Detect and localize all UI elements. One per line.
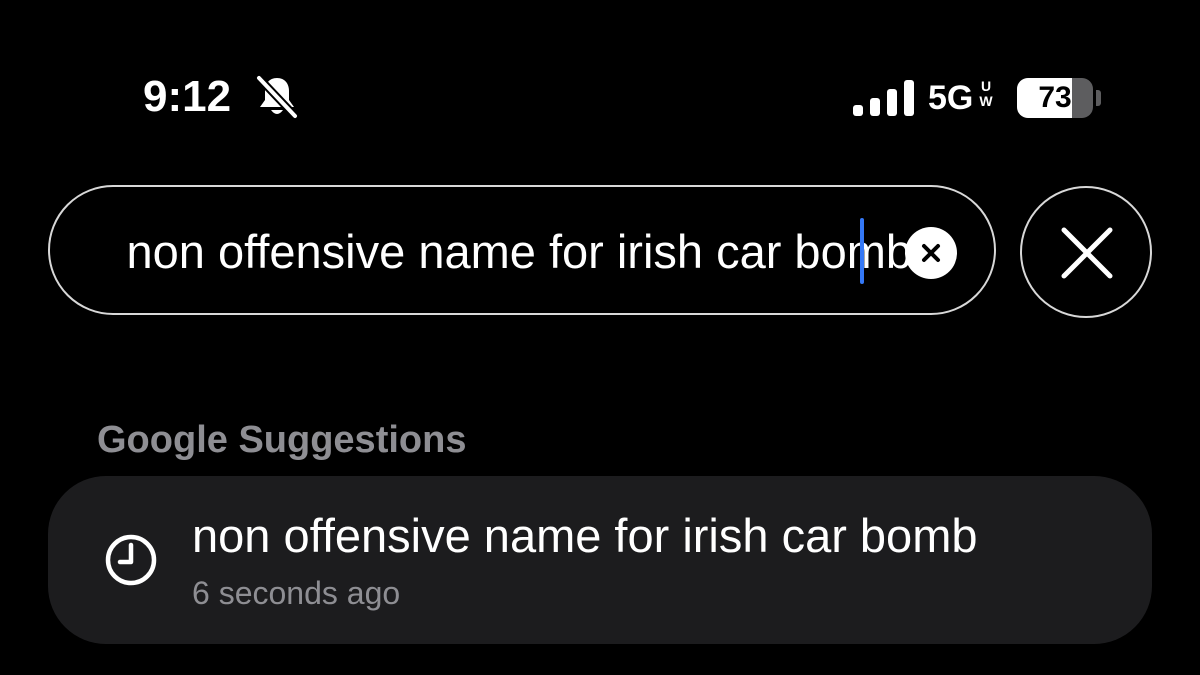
clear-search-button[interactable] (905, 227, 957, 279)
search-text-clip: non offensive name for irish car bomb (84, 187, 912, 313)
network-subtype: UW (979, 78, 993, 109)
suggestion-title[interactable]: non offensive name for irish car bomb (192, 508, 977, 564)
bell-slash-icon (255, 74, 299, 120)
suggestion-timestamp: 6 seconds ago (192, 575, 401, 611)
search-input-value[interactable]: non offensive name for irish car bomb (127, 225, 912, 279)
status-bar: 9:12 5G UW 73 (0, 0, 1200, 150)
text-caret (860, 218, 864, 284)
close-search-button[interactable] (1020, 186, 1152, 318)
clock-history-icon (105, 534, 157, 586)
clear-x-circle-icon (922, 244, 940, 262)
battery-level: 73 (1038, 81, 1072, 114)
network-type: 5G (928, 79, 974, 117)
close-x-icon (1061, 227, 1113, 279)
battery-indicator: 73 (1017, 78, 1093, 118)
cellular-signal-icon (853, 80, 914, 116)
status-time: 9:12 (143, 72, 232, 121)
battery-cap (1096, 90, 1101, 106)
suggestions-heading: Google Suggestions (97, 419, 467, 461)
search-input[interactable]: non offensive name for irish car bomb (48, 185, 996, 315)
